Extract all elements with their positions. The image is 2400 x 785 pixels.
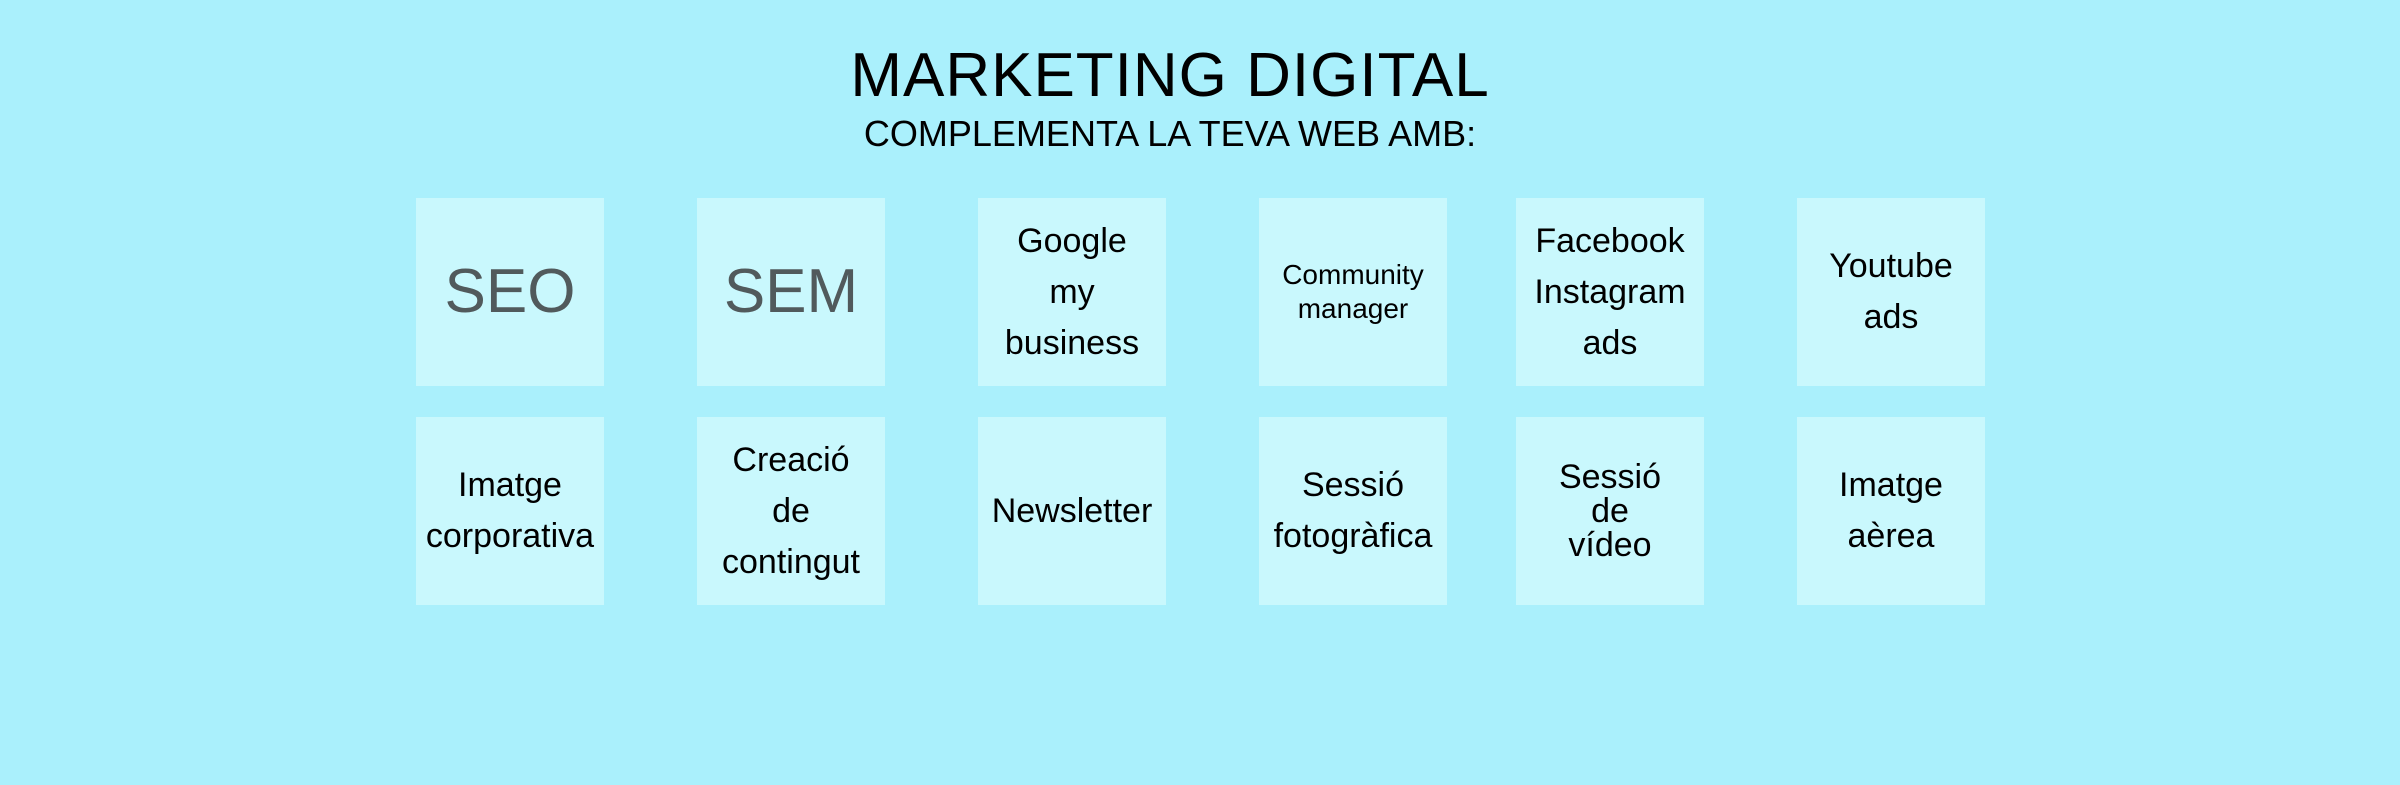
service-label: Newsletter: [991, 491, 1153, 530]
page-subtitle: COMPLEMENTA LA TEVA WEB AMB:: [863, 113, 1477, 154]
service-label: Imatge aèrea: [1839, 466, 1943, 555]
service-tile-seo: SEO: [416, 198, 604, 386]
service-tile-newsletter: Newsletter: [978, 417, 1166, 605]
service-tile-sessio-de-video: Sessió de vídeo: [1516, 417, 1704, 605]
service-tile-facebook-instagram-ads: Facebook Instagram ads: [1516, 198, 1704, 386]
service-label: SEO: [444, 257, 576, 326]
service-tile-imatge-aerea: Imatge aèrea: [1797, 417, 1985, 605]
page-title: MARKETING DIGITAL: [850, 41, 1490, 110]
service-tile-google-my-business: Google my business: [978, 198, 1166, 386]
service-label: Creació de contingut: [722, 440, 860, 581]
service-tile-sessio-fotografica: Sessió fotogràfica: [1259, 417, 1447, 605]
service-tile-imatge-corporativa: Imatge corporativa: [416, 417, 604, 605]
service-label: Sessió de vídeo: [1558, 458, 1662, 564]
service-label: Youtube ads: [1829, 247, 1953, 336]
service-label: Community manager: [1282, 259, 1424, 324]
service-tile-youtube-ads: Youtube ads: [1797, 198, 1985, 386]
service-label: SEM: [723, 257, 859, 326]
service-tile-creacio-de-contingut: Creació de contingut: [697, 417, 885, 605]
service-label: Sessió fotogràfica: [1273, 466, 1433, 555]
service-label: Facebook Instagram ads: [1534, 221, 1686, 362]
service-tile-sem: SEM: [697, 198, 885, 386]
service-label: Imatge corporativa: [425, 466, 595, 555]
service-tile-community-manager: Community manager: [1259, 198, 1447, 386]
service-label: Google my business: [1004, 221, 1140, 362]
